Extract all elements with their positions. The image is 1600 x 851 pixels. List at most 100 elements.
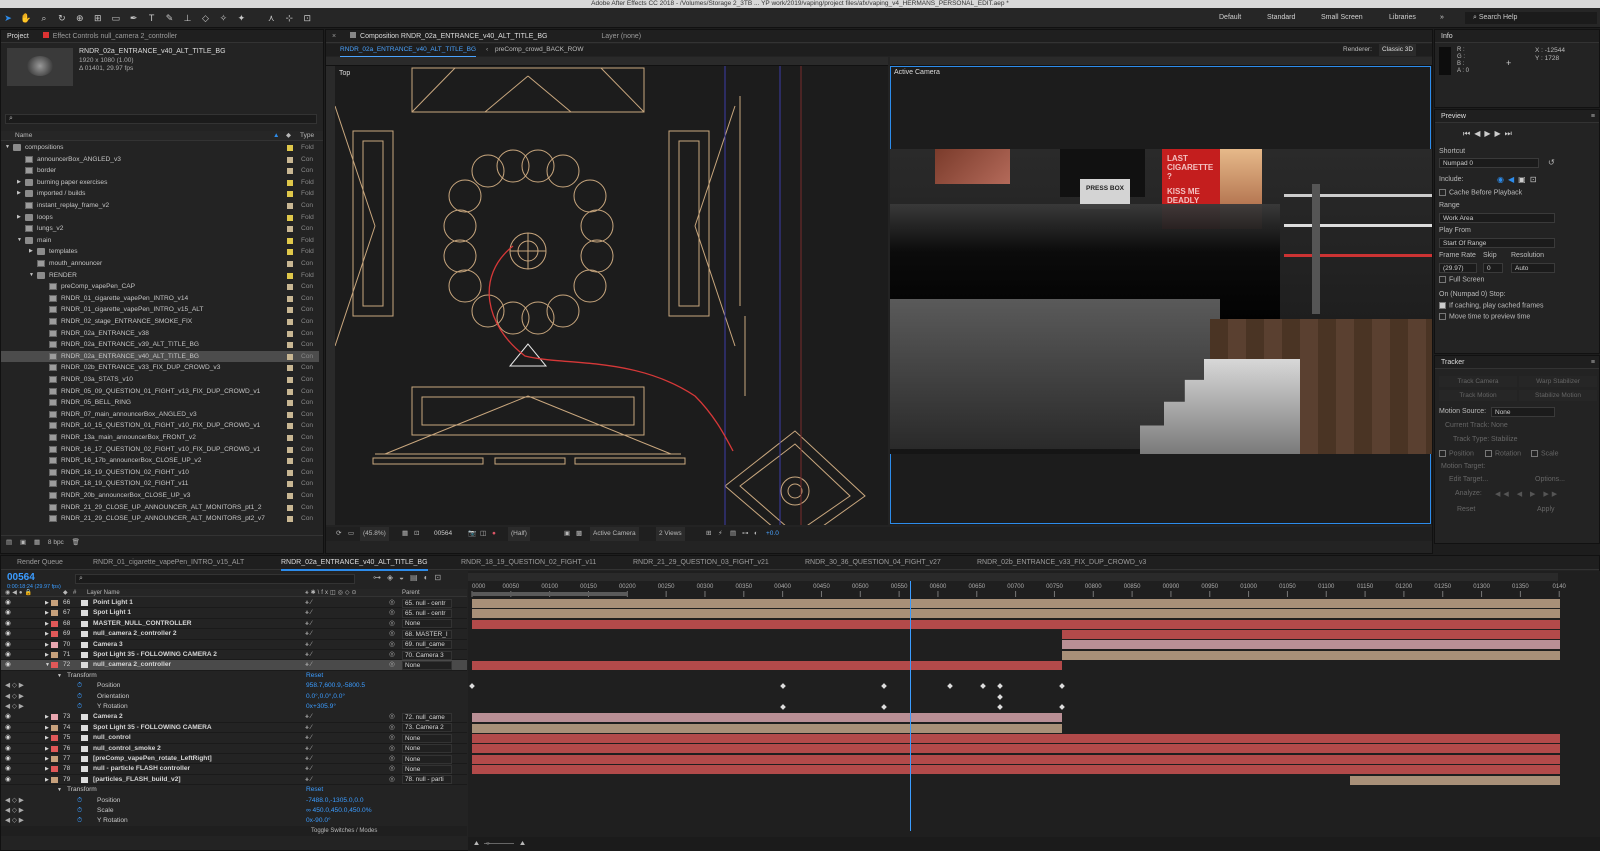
search-help-input[interactable]: ⌕ Search Help <box>1465 12 1597 24</box>
info-panel-title[interactable]: Info <box>1435 30 1459 43</box>
time-ruler[interactable]: 0000 00050 00100 00150 00200 00250 00300 00350 0… <box>468 581 1600 597</box>
layer-duration-bar[interactable] <box>472 744 1560 754</box>
label-color-swatch[interactable] <box>51 766 58 773</box>
frame-rate-dropdown[interactable]: (29.97) <box>1439 263 1477 273</box>
keyframe-marker[interactable] <box>1059 704 1066 710</box>
column-type[interactable]: Type <box>300 131 314 141</box>
layer-name[interactable]: [preComp_vapePen_rotate_LeftRight] <box>93 754 212 764</box>
parent-dropdown[interactable]: None <box>402 661 452 671</box>
zoom-out-icon[interactable]: ⛰ <box>474 837 479 851</box>
pick-whip-icon[interactable]: ◎ <box>389 598 395 608</box>
eraser-tool-icon[interactable]: ◇ <box>199 12 211 24</box>
label-color-swatch[interactable] <box>51 652 58 658</box>
tracker-reset-button[interactable]: Reset <box>1457 506 1475 513</box>
layer-name[interactable]: Spot Light 35 - FOLLOWING CAMERA 2 <box>93 650 217 660</box>
mask-visibility-icon[interactable]: ⊡ <box>414 527 419 541</box>
keyframe-navigator[interactable]: ◀ ◇ ▶ <box>5 702 24 712</box>
breadcrumb-comp-1[interactable]: RNDR_02a_ENTRANCE_v40_ALT_TITLE_BG <box>340 44 477 57</box>
top-view-viewport[interactable]: Top <box>326 57 888 525</box>
workspace-standard[interactable]: Standard <box>1267 14 1295 21</box>
pick-whip-icon[interactable]: ◎ <box>389 629 395 639</box>
tab-timeline-comp[interactable]: RNDR_01_cigarette_vapePen_INTRO_v15_ALT <box>93 556 244 569</box>
analyze-controls[interactable]: ◀◀ ◀ ▶ ▶▶ <box>1495 490 1560 498</box>
property-row[interactable]: ⏱ ◀ ◇ ▶ Position 958.7,600.9,-5800.5 <box>1 681 467 691</box>
pick-whip-icon[interactable]: ◎ <box>389 608 395 618</box>
label-color-swatch[interactable] <box>287 226 293 233</box>
keyframe-marker[interactable] <box>880 704 887 710</box>
disclosure-triangle-icon[interactable]: ▶ <box>45 723 49 733</box>
layer-switches[interactable]: ⚹ ⁄ <box>305 640 312 650</box>
workspace-small-screen[interactable]: Small Screen <box>1321 14 1363 21</box>
edit-target-button[interactable]: Edit Target... <box>1449 476 1488 483</box>
layer-switches[interactable]: ⚹ ⁄ <box>305 723 312 733</box>
flowchart-icon[interactable]: ⊶ <box>742 527 749 541</box>
visibility-eye-icon[interactable]: ◉ <box>5 660 11 670</box>
project-item[interactable]: RNDR_21_29_CLOSE_UP_ANNOUNCER_ALT_MONITO… <box>1 513 319 525</box>
play-icon[interactable]: ▶ <box>1484 129 1494 138</box>
project-item[interactable]: RNDR_16_17b_announcerBox_CLOSE_UP_v2 Con <box>1 455 319 467</box>
visibility-eye-icon[interactable]: ◉ <box>5 712 11 722</box>
property-value[interactable]: 0x+305.9° <box>306 702 336 712</box>
layer-row[interactable]: ◉ ▶ 67 Spot Light 1 ⚹ ⁄ ◎ 65. null - centr <box>1 608 467 619</box>
layer-duration-bar[interactable] <box>1349 775 1560 785</box>
layer-row[interactable]: ◉ ▶ 77 [preComp_vapePen_rotate_LeftRight] ⚹ … <box>1 754 467 765</box>
layer-switches[interactable]: ⚹ ⁄ <box>305 764 312 774</box>
pick-whip-icon[interactable]: ◎ <box>389 712 395 722</box>
label-color-swatch[interactable] <box>287 249 293 256</box>
tab-timeline-comp[interactable]: RNDR_02a_ENTRANCE_v40_ALT_TITLE_BG <box>281 556 428 571</box>
disclosure-triangle-icon[interactable]: ▼ <box>5 142 10 154</box>
workspace-overflow-icon[interactable]: » <box>1440 14 1444 21</box>
disclosure-triangle-icon[interactable]: ▶ <box>45 764 49 774</box>
pick-whip-icon[interactable]: ◎ <box>389 619 395 629</box>
disclosure-triangle-icon[interactable]: ▶ <box>45 754 49 764</box>
brush-tool-icon[interactable]: ✎ <box>164 12 176 24</box>
visibility-eye-icon[interactable]: ◉ <box>5 744 11 754</box>
keyframe-marker[interactable] <box>997 683 1003 690</box>
label-color-swatch[interactable] <box>287 342 293 349</box>
tab-project[interactable]: Project <box>1 30 35 43</box>
pick-whip-icon[interactable]: ◎ <box>389 650 395 660</box>
label-color-swatch[interactable] <box>51 631 58 638</box>
project-search-input[interactable]: ⌕ <box>5 114 317 124</box>
layer-row[interactable]: ◉ ▶ 70 Camera 3 ⚹ ⁄ ◎ 69. null_came <box>1 640 467 650</box>
disclosure-triangle-icon[interactable]: ▶ <box>45 598 49 608</box>
label-color-swatch[interactable] <box>287 284 293 291</box>
disclosure-triangle-icon[interactable]: ▶ <box>29 246 33 258</box>
time-navigator-bar[interactable] <box>468 573 1558 581</box>
label-color-swatch[interactable] <box>51 735 58 742</box>
layer-controls-include-icon[interactable]: ⊡ <box>1530 175 1541 184</box>
layer-duration-bar[interactable] <box>472 619 1560 629</box>
workspace-default[interactable]: Default <box>1219 14 1241 21</box>
layer-row[interactable]: ◉ ▶ 69 null_camera 2_controller 2 ⚹ ⁄ ◎ 68. MA… <box>1 629 467 640</box>
project-item[interactable]: RNDR_10_15_QUESTION_01_FIGHT_v10_FIX_DUP… <box>1 420 319 432</box>
disclosure-triangle-icon[interactable]: ▶ <box>45 619 49 629</box>
visibility-eye-icon[interactable]: ◉ <box>5 598 11 608</box>
selection-tool-icon[interactable]: ➤ <box>2 12 14 24</box>
keyframe-navigator[interactable]: ◀ ◇ ▶ <box>5 681 24 691</box>
timeline-graph-area[interactable]: 0000 00050 00100 00150 00200 00250 00300 00350 0… <box>468 571 1600 851</box>
preview-panel-title[interactable]: Preview <box>1435 110 1472 123</box>
project-item[interactable]: announcerBox_ANGLED_v3 Con <box>1 154 319 166</box>
label-color-swatch[interactable] <box>51 724 58 731</box>
label-color-swatch[interactable] <box>51 620 58 627</box>
disclosure-triangle-icon[interactable]: ▶ <box>45 733 49 743</box>
tab-timeline-comp[interactable]: RNDR_21_29_QUESTION_03_FIGHT_v21 <box>633 556 769 569</box>
disclosure-triangle-icon[interactable]: ▶ <box>45 608 49 618</box>
zoom-in-icon[interactable]: ⛰ <box>520 837 525 851</box>
stopwatch-icon[interactable]: ⏱ <box>77 796 82 806</box>
pick-whip-icon[interactable]: ◎ <box>389 775 395 785</box>
project-item[interactable]: lungs_v2 Con <box>1 223 319 235</box>
fast-previews-icon[interactable]: ⚡ <box>718 527 723 541</box>
project-item[interactable]: RNDR_18_19_QUESTION_02_FIGHT_v10 Con <box>1 467 319 479</box>
label-color-swatch[interactable] <box>287 400 293 407</box>
magnification-icon[interactable]: ▭ <box>348 527 354 541</box>
label-color-swatch[interactable] <box>287 214 293 221</box>
parent-dropdown[interactable]: 70. Camera 3 <box>402 650 452 660</box>
project-item[interactable]: RNDR_01_cigarette_vapePen_INTRO_v14 Con <box>1 293 319 305</box>
puppet-pin-icon[interactable]: ✦ <box>235 12 247 24</box>
label-color-swatch[interactable] <box>287 179 293 186</box>
shy-icon[interactable]: ◒ <box>399 573 410 582</box>
layer-name[interactable]: Camera 2 <box>93 712 123 722</box>
layer-duration-bar[interactable] <box>472 713 1063 723</box>
tab-timeline-comp[interactable]: RNDR_30_36_QUESTION_04_FIGHT_v27 <box>805 556 941 569</box>
